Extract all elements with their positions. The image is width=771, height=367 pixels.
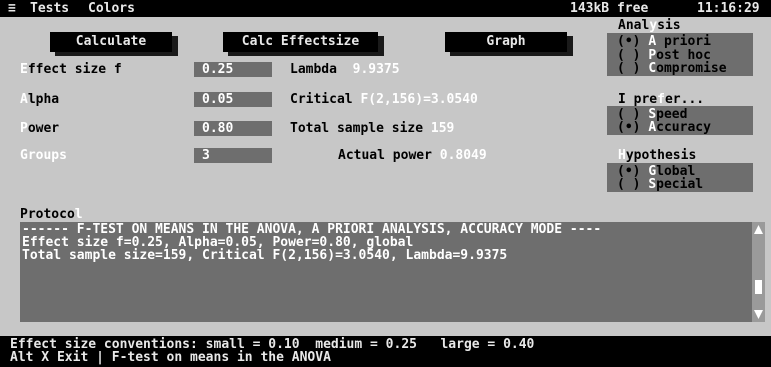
groups-field[interactable]: 3	[194, 148, 272, 163]
protocol-line: Total sample size=159, Critical F(2,156)…	[22, 248, 508, 263]
status-bar: Effect size conventions: small = 0.10 me…	[0, 336, 771, 367]
analysis-group: (•) A priori ( ) Post hoc ( ) Compromise	[607, 33, 753, 76]
power-field[interactable]: 0.80	[194, 121, 272, 136]
groups-label: Groups	[20, 148, 67, 163]
clock: 11:16:29	[697, 1, 760, 16]
calculate-button[interactable]: Calculate	[50, 32, 178, 56]
analysis-title: Analysis	[618, 18, 681, 33]
alpha-field[interactable]: 0.05	[194, 92, 272, 107]
status-hint: Alt X Exit | F-test on means in the ANOV…	[10, 350, 331, 365]
actual-power-result: Actual power 0.8049	[338, 148, 487, 163]
scroll-thumb[interactable]	[755, 280, 762, 294]
memory-indicator: 143kB free	[570, 1, 649, 16]
protocol-scrollbar[interactable]	[752, 222, 765, 322]
radio-accuracy[interactable]: (•) Accuracy	[617, 121, 711, 134]
system-menu-icon[interactable]: ≡	[8, 0, 16, 17]
menu-bar: ≡ Tests Colors 143kB free 11:16:29	[0, 0, 771, 17]
alpha-label: Alpha	[20, 92, 60, 107]
scroll-up-icon[interactable]	[754, 225, 763, 234]
scroll-down-icon[interactable]	[754, 310, 763, 319]
effect-size-label: Effect size f	[20, 62, 122, 77]
radio-special[interactable]: ( ) Special	[617, 178, 703, 191]
protocol-title: Protocol	[20, 207, 83, 222]
radio-compromise[interactable]: ( ) Compromise	[617, 62, 727, 75]
total-sample-size-result: Total sample size 159	[290, 121, 455, 136]
radio-a-priori[interactable]: (•) A priori	[617, 35, 711, 48]
prefer-group: ( ) Speed (•) Accuracy	[607, 106, 753, 135]
critical-result: Critical F(2,156)=3.0540	[290, 92, 478, 107]
graph-button[interactable]: Graph	[445, 32, 573, 56]
power-label: Power	[20, 121, 60, 136]
hypothesis-group: (•) Global ( ) Special	[607, 163, 753, 192]
lambda-result: Lambda 9.9375	[290, 62, 400, 77]
protocol-textarea[interactable]: ------ F-TEST ON MEANS IN THE ANOVA, A P…	[20, 222, 765, 322]
effect-size-field[interactable]: 0.25	[194, 62, 272, 77]
menu-tests[interactable]: Tests	[30, 0, 69, 17]
hypothesis-title: Hypothesis	[618, 148, 697, 163]
calc-effectsize-button[interactable]: Calc Effectsize	[223, 32, 384, 56]
menu-colors[interactable]: Colors	[88, 0, 135, 17]
